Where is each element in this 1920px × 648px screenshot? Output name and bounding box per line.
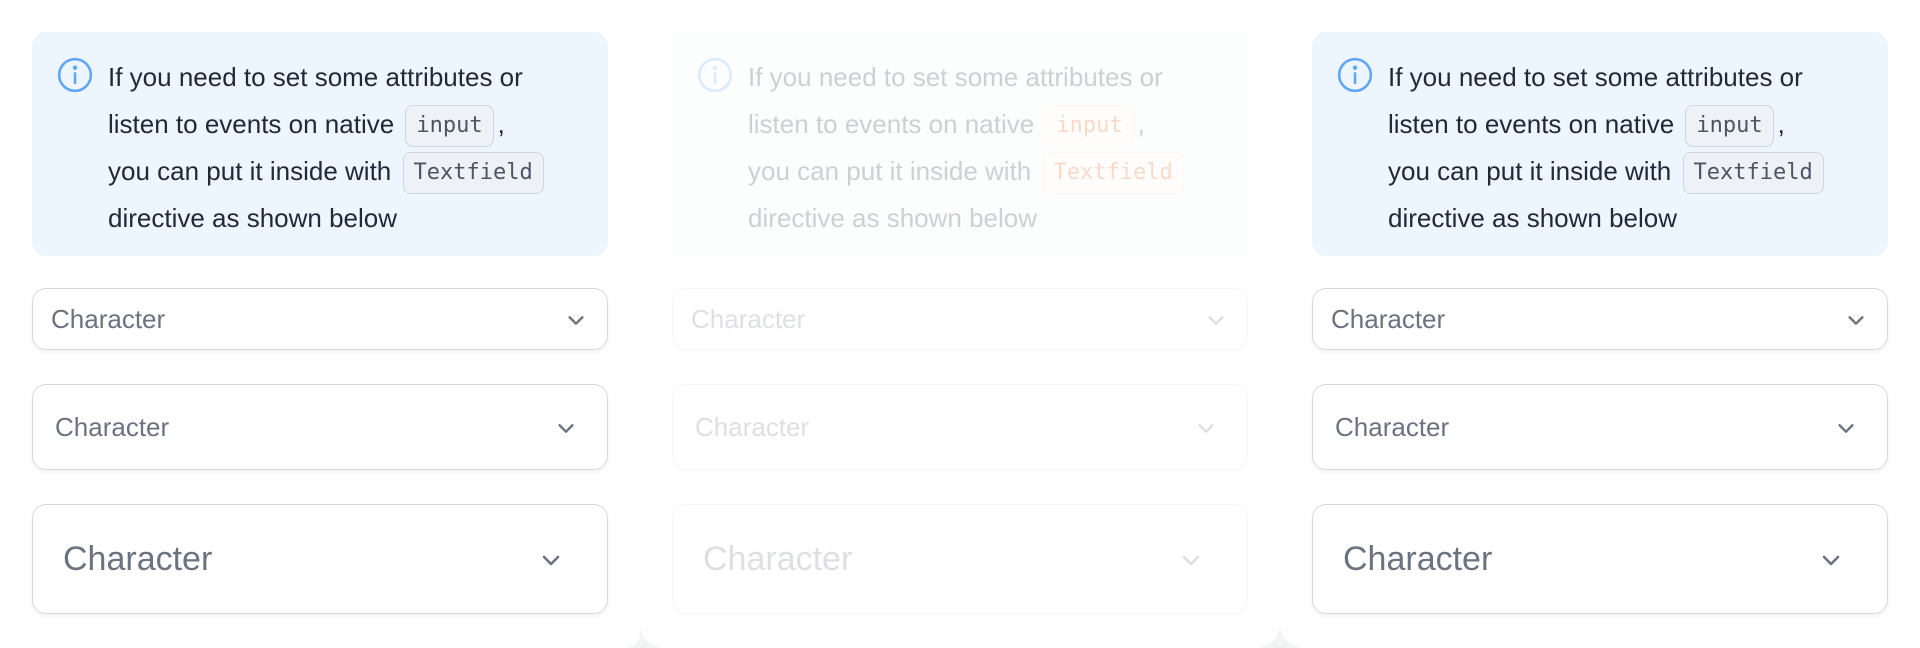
alert-line-2: listen to events on native input, (1388, 101, 1864, 148)
character-select-small[interactable]: Character (32, 288, 608, 350)
select-value: Character (1335, 411, 1450, 442)
alert-line-4: directive as shown below (108, 203, 398, 233)
info-circle-icon (1337, 57, 1373, 93)
character-select-small[interactable]: Character (1312, 288, 1888, 350)
alert-text: you can put it inside with (748, 156, 1032, 186)
chevron-down-icon[interactable] (555, 417, 577, 439)
alert-text: , (1137, 109, 1145, 139)
alert-text: listen to events on native (108, 109, 395, 139)
alert-text: , (497, 109, 505, 139)
alert-text: listen to events on native (748, 109, 1035, 139)
select-value: Character (703, 539, 853, 578)
chevron-down-icon[interactable] (1845, 309, 1867, 331)
alert-line-2: listen to events on native input, (748, 101, 1224, 148)
select-value: Character (1331, 303, 1446, 334)
alert-line-4: directive as shown below (748, 203, 1038, 233)
code-textfield: Textfield (1042, 152, 1184, 195)
alert-line-3: you can put it inside with Textfield (1388, 148, 1864, 195)
alert-text: , (1777, 109, 1785, 139)
code-textfield: Textfield (1682, 152, 1824, 195)
alert-text: you can put it inside with (108, 156, 392, 186)
character-select-large[interactable]: Character (672, 504, 1248, 614)
alert-line-3: you can put it inside with Textfield (108, 148, 584, 195)
select-value: Character (1343, 539, 1493, 578)
chevron-down-icon[interactable] (1195, 417, 1217, 439)
info-alert: If you need to set some attributes or li… (672, 32, 1248, 256)
alert-line-3: you can put it inside with Textfield (748, 148, 1224, 195)
example-content: If you need to set some attributes or li… (32, 32, 608, 614)
chevron-down-icon[interactable] (1835, 417, 1857, 439)
select-value: Character (55, 411, 170, 442)
info-alert: If you need to set some attributes or li… (32, 32, 608, 256)
alert-text: you can put it inside with (1388, 156, 1672, 186)
example-panel-default: If you need to set some attributes or li… (0, 0, 640, 648)
character-select-large[interactable]: Character (32, 504, 608, 614)
chevron-down-icon[interactable] (1179, 548, 1203, 572)
info-circle-icon (57, 57, 93, 93)
example-panel-faded: If you need to set some attributes or li… (640, 0, 1280, 648)
alert-line-2: listen to events on native input, (108, 101, 584, 148)
preview-stage: If you need to set some attributes or li… (0, 0, 1920, 648)
alert-line-1: If you need to set some attributes or (748, 62, 1163, 92)
chevron-down-icon[interactable] (539, 548, 563, 572)
example-panel-copy: If you need to set some attributes or li… (1280, 0, 1920, 648)
code-input: input (1045, 105, 1134, 148)
example-content: If you need to set some attributes or li… (672, 32, 1248, 614)
chevron-down-icon[interactable] (1205, 309, 1227, 331)
info-alert: If you need to set some attributes or li… (1312, 32, 1888, 256)
alert-line-1: If you need to set some attributes or (108, 62, 523, 92)
alert-line-1: If you need to set some attributes or (1388, 62, 1803, 92)
chevron-down-icon[interactable] (565, 309, 587, 331)
character-select-large[interactable]: Character (1312, 504, 1888, 614)
select-value: Character (695, 411, 810, 442)
character-select-medium[interactable]: Character (672, 384, 1248, 470)
code-input: input (405, 105, 494, 148)
chevron-down-icon[interactable] (1819, 548, 1843, 572)
character-select-medium[interactable]: Character (32, 384, 608, 470)
character-select-medium[interactable]: Character (1312, 384, 1888, 470)
select-value: Character (63, 539, 213, 578)
code-textfield: Textfield (402, 152, 544, 195)
example-content: If you need to set some attributes or li… (1312, 32, 1888, 614)
code-input: input (1685, 105, 1774, 148)
select-value: Character (51, 303, 166, 334)
info-circle-icon (697, 57, 733, 93)
select-value: Character (691, 303, 806, 334)
alert-text: listen to events on native (1388, 109, 1675, 139)
character-select-small[interactable]: Character (672, 288, 1248, 350)
alert-line-4: directive as shown below (1388, 203, 1678, 233)
